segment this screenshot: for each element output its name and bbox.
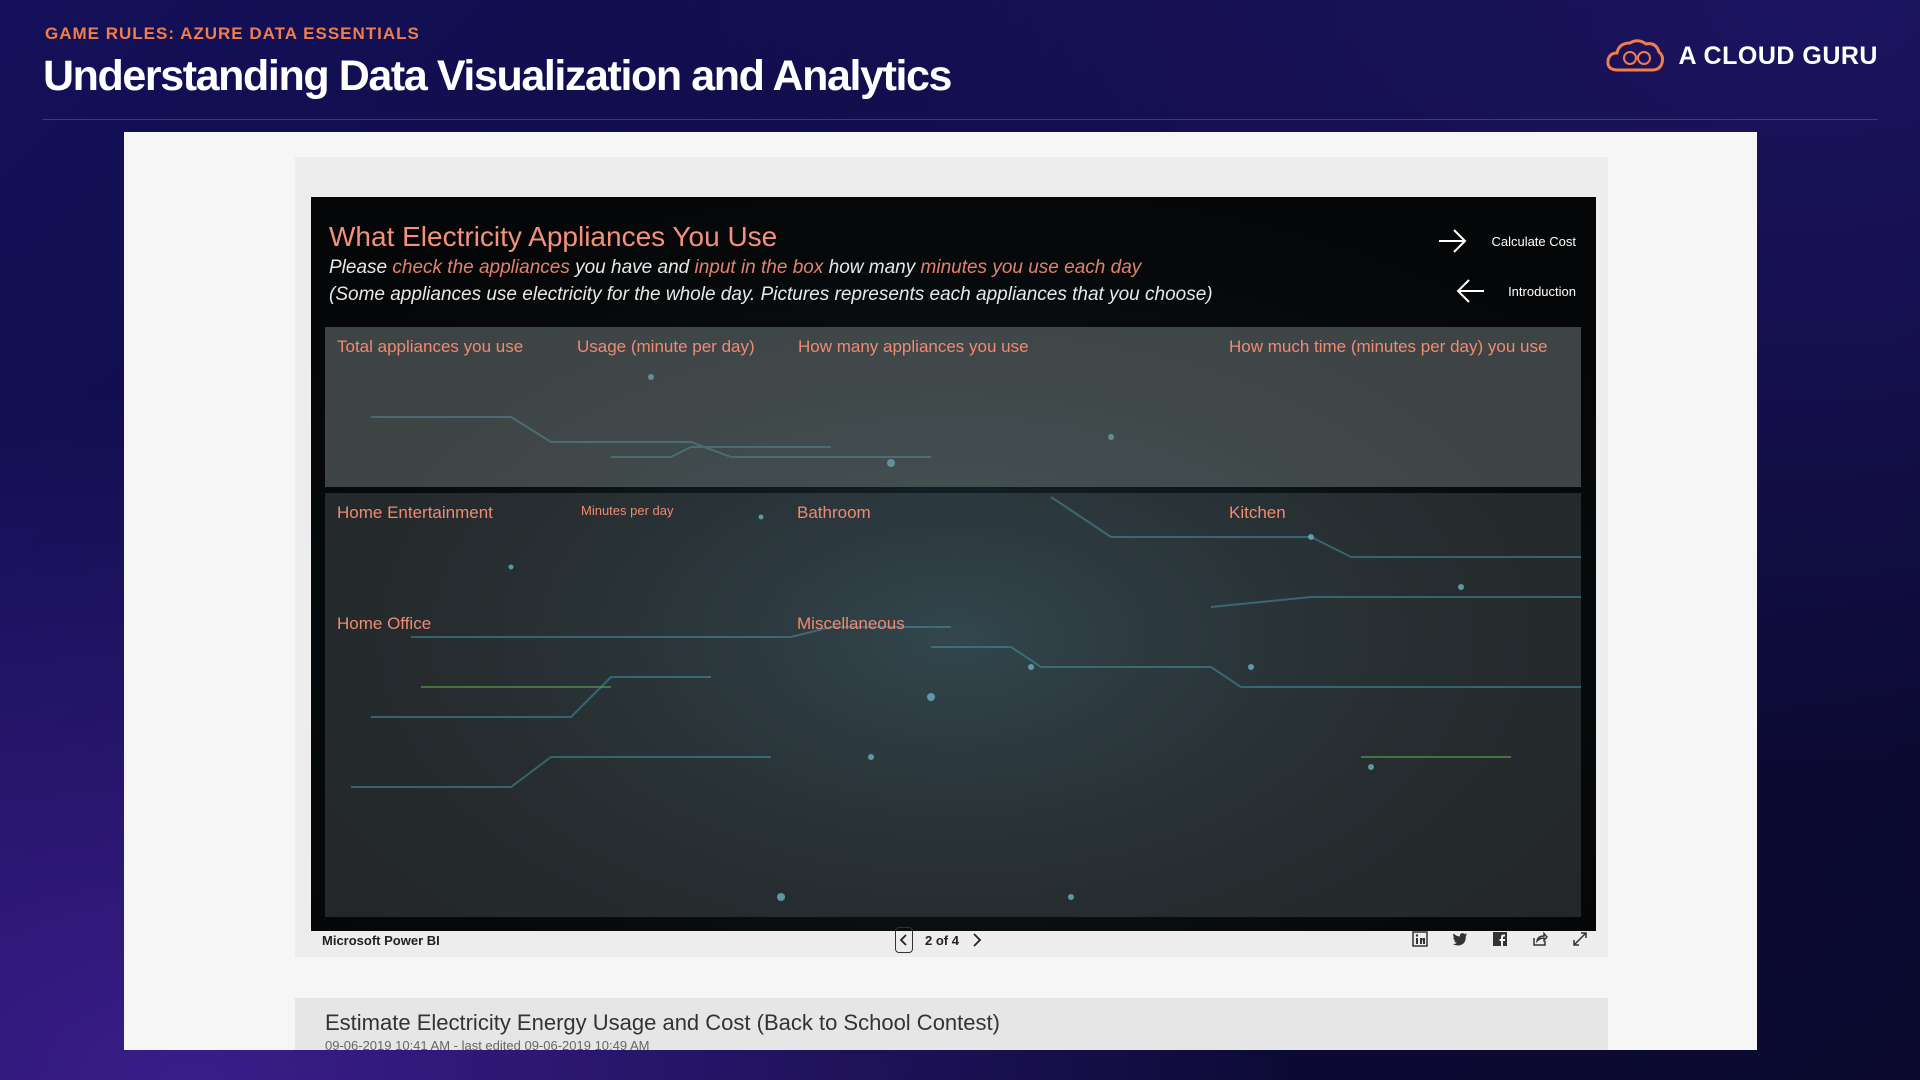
report-canvas: What Electricity Appliances You Use Plea… — [311, 197, 1596, 931]
previous-page-button[interactable] — [895, 927, 913, 953]
usage-label: Usage (minute per day) — [577, 337, 755, 356]
instr-highlight: minutes you use each day — [920, 257, 1142, 278]
powerbi-footer: Microsoft Power BI 2 of 4 — [295, 927, 1608, 957]
facebook-button[interactable] — [1490, 929, 1510, 949]
slide-headline: Understanding Data Visualization and Ana… — [43, 52, 952, 100]
slide-kicker: GAME RULES: AZURE DATA ESSENTIALS — [45, 24, 420, 43]
cloud-icon — [1606, 39, 1665, 72]
page-indicator: 2 of 4 — [925, 932, 959, 948]
miscellaneous-label[interactable]: Miscellaneous — [797, 614, 905, 634]
page-navigator: 2 of 4 — [895, 927, 983, 953]
minutes-per-day-label: Minutes per day — [581, 503, 674, 518]
how-many-label: How many appliances you use — [798, 337, 1029, 356]
arrow-left-icon — [1456, 279, 1485, 303]
report-instructions-line1: Please check the appliances you have and… — [329, 257, 1141, 279]
browser-viewport: What Electricity Appliances You Use Plea… — [124, 132, 1757, 1050]
home-entertainment-label[interactable]: Home Entertainment — [337, 503, 493, 523]
brand-logo: A CLOUD GURU — [1604, 36, 1878, 76]
chevron-right-icon — [973, 933, 982, 947]
categories-panel: Home Entertainment Minutes per day Bathr… — [325, 493, 1581, 917]
instr-highlight: check the appliances — [392, 257, 570, 278]
card-meta: 09-06-2019 10:41 AM - last edited 09-06-… — [325, 1038, 650, 1050]
share-toolbar — [1410, 929, 1590, 949]
next-page-button[interactable] — [971, 932, 983, 948]
introduction-button[interactable]: Introduction — [1454, 277, 1576, 305]
instr-text: Please — [329, 257, 393, 278]
kitchen-label[interactable]: Kitchen — [1229, 503, 1286, 523]
report-title: What Electricity Appliances You Use — [329, 221, 778, 252]
linkedin-button[interactable] — [1410, 929, 1430, 949]
expand-icon — [1573, 932, 1587, 946]
home-office-label[interactable]: Home Office — [337, 614, 431, 634]
how-much-time-label: How much time (minutes per day) you use — [1229, 337, 1548, 356]
powerbi-embed: What Electricity Appliances You Use Plea… — [295, 157, 1608, 957]
powerbi-brand[interactable]: Microsoft Power BI — [322, 933, 440, 948]
arrow-right-icon — [1439, 229, 1467, 253]
twitter-button[interactable] — [1450, 929, 1470, 949]
share-button[interactable] — [1530, 929, 1550, 949]
fullscreen-button[interactable] — [1570, 929, 1590, 949]
instr-text: you have and — [569, 257, 695, 278]
brand-name: A CLOUD GURU — [1678, 41, 1878, 70]
header-divider — [43, 119, 1878, 120]
calculate-cost-button[interactable]: Calculate Cost — [1437, 227, 1576, 255]
card-title[interactable]: Estimate Electricity Energy Usage and Co… — [325, 1010, 1000, 1036]
facebook-icon — [1493, 932, 1507, 946]
instr-highlight: input in the box — [694, 257, 824, 278]
twitter-icon — [1452, 933, 1467, 946]
bathroom-label[interactable]: Bathroom — [797, 503, 871, 523]
report-instructions-line2: (Some appliances use electricity for the… — [329, 284, 1213, 305]
chevron-left-icon — [899, 934, 907, 946]
introduction-label: Introduction — [1508, 283, 1576, 299]
summary-panel: Total appliances you use Usage (minute p… — [325, 327, 1581, 487]
total-appliances-label: Total appliances you use — [337, 337, 524, 356]
share-icon — [1533, 931, 1548, 946]
calculate-cost-label: Calculate Cost — [1491, 233, 1576, 249]
instr-text: how many — [823, 257, 921, 278]
report-card[interactable]: Estimate Electricity Energy Usage and Co… — [295, 998, 1608, 1050]
linkedin-icon — [1412, 931, 1428, 947]
